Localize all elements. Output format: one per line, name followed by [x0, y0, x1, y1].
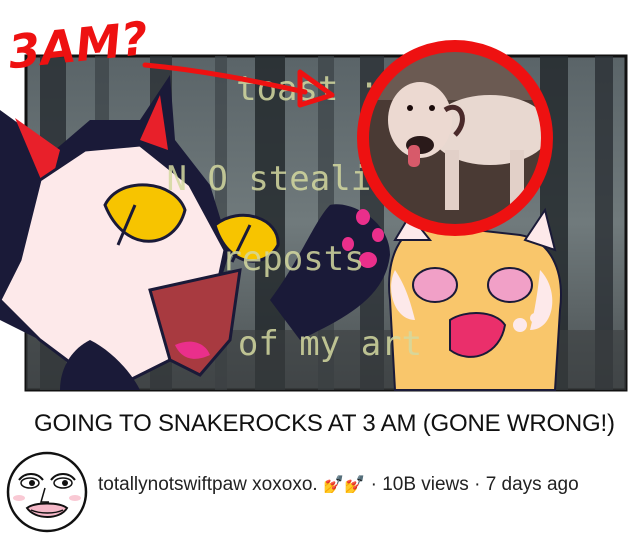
upload-age: 7 days ago — [485, 474, 579, 495]
channel-row: totallynotswiftpaw xoxoxo. 💅💅 · 10B view… — [5, 450, 632, 540]
watermark-line-3: reposts — [221, 239, 364, 279]
trollface-avatar[interactable] — [5, 450, 89, 534]
meta-separator: · — [370, 474, 377, 495]
video-thumbnail[interactable]: toast :3 N O stealing or reposts of my a… — [0, 0, 632, 402]
watermark-line-4: of my art — [238, 324, 422, 364]
view-count: 10B views — [382, 474, 469, 495]
channel-name[interactable]: totallynotswiftpaw xoxoxo. — [98, 474, 318, 495]
nail-polish-icon: 💅💅 — [322, 475, 366, 494]
meta-separator: · — [474, 474, 481, 495]
video-title[interactable]: GOING TO SNAKEROCKS AT 3 AM (GONE WRONG!… — [34, 410, 632, 438]
video-meta: totallynotswiftpaw xoxoxo. 💅💅 · 10B view… — [98, 474, 579, 496]
